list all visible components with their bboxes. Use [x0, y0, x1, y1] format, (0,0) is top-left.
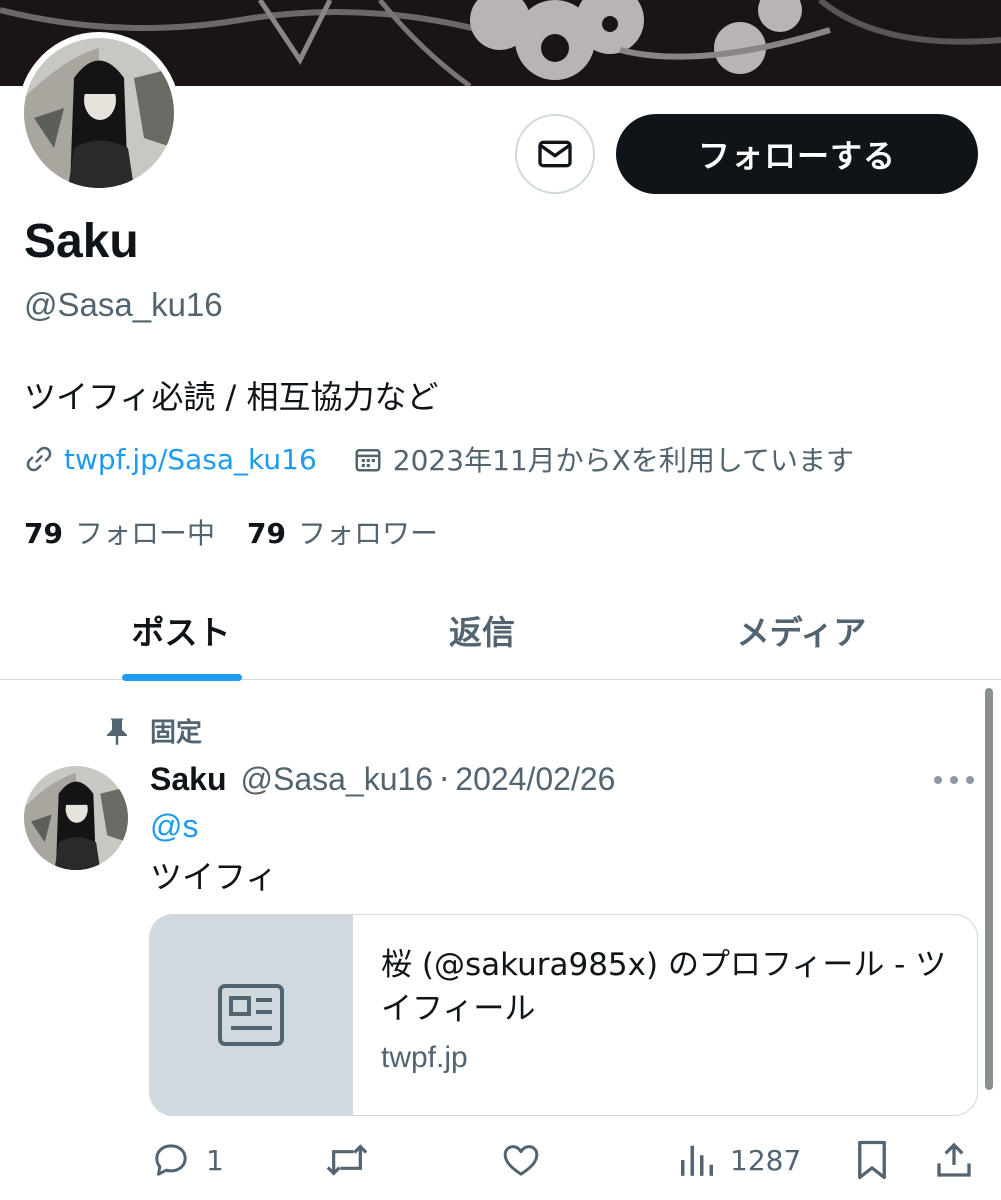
bookmark-button[interactable] [854, 1136, 890, 1184]
avatar-image [24, 766, 128, 870]
repost-button[interactable] [324, 1136, 370, 1184]
views-button[interactable]: 1287 [678, 1136, 801, 1184]
repost-icon [326, 1144, 368, 1176]
link-icon [26, 446, 52, 472]
like-button[interactable] [500, 1136, 542, 1184]
heart-icon [503, 1145, 539, 1176]
post-header: Saku @Sasa_ku16 · 2024/02/26 [150, 760, 615, 798]
followers-count: 79 [246, 517, 286, 550]
pinned-label: 固定 [150, 718, 203, 748]
post-text: ツイフィ [150, 858, 278, 896]
followers-label: フォロワー [297, 517, 438, 550]
calendar-icon [355, 449, 381, 472]
tab-posts[interactable]: ポスト [0, 580, 362, 680]
reply-button[interactable]: 1 [150, 1136, 224, 1184]
following-stat[interactable]: 79 フォロー中 [24, 512, 215, 552]
profile-stats: 79 フォロー中 79 フォロワー [24, 512, 470, 552]
tab-replies[interactable]: 返信 [362, 580, 602, 680]
share-icon [937, 1142, 971, 1177]
pinned-indicator: 固定 [104, 712, 202, 749]
post-date[interactable]: 2024/02/26 [455, 761, 615, 798]
post-actions: 1 1287 [0, 1136, 1001, 1184]
card-title: 桜 (@sakura985x) のプロフィール - ツイフィール [381, 947, 947, 1027]
post-separator: · [439, 760, 450, 798]
profile-tabs: ポスト 返信 メディア [0, 580, 1001, 680]
link-card[interactable]: 桜 (@sakura985x) のプロフィール - ツイフィール twpf.jp [149, 914, 978, 1116]
bookmark-icon [858, 1140, 886, 1180]
post-mention[interactable]: @s [150, 808, 198, 845]
post-author-handle[interactable]: @Sasa_ku16 [240, 761, 433, 798]
reply-count: 1 [206, 1143, 224, 1177]
scrollbar[interactable] [985, 688, 993, 1090]
profile-website-text[interactable]: twpf.jp/Sasa_ku16 [64, 443, 317, 476]
profile-meta: twpf.jp/Sasa_ku16 2023年11月からXを利用しています [24, 438, 854, 480]
post-author-avatar[interactable] [24, 766, 128, 870]
profile-bio: ツイフィ必読 / 相互協力など [24, 378, 439, 416]
article-icon [218, 984, 284, 1046]
profile-join-date: 2023年11月からXを利用しています [353, 439, 854, 479]
pin-icon [107, 718, 127, 745]
tab-media[interactable]: メディア [602, 580, 1001, 680]
active-tab-indicator [122, 674, 242, 681]
profile-handle: @Sasa_ku16 [24, 286, 223, 323]
card-domain: twpf.jp [381, 1041, 468, 1074]
card-thumbnail [150, 915, 353, 1115]
profile-avatar[interactable] [18, 32, 180, 194]
follow-button[interactable]: フォローする [616, 114, 978, 194]
post-author-name[interactable]: Saku [150, 761, 226, 798]
reply-icon [155, 1144, 187, 1176]
following-label: フォロー中 [74, 517, 215, 550]
more-icon[interactable] [934, 768, 974, 792]
share-button[interactable] [934, 1136, 974, 1184]
profile-join-text: 2023年11月からXを利用しています [392, 444, 854, 477]
avatar-image [24, 38, 174, 188]
following-count: 79 [24, 517, 63, 550]
profile-website-link[interactable]: twpf.jp/Sasa_ku16 [24, 443, 317, 476]
followers-stat[interactable]: 79 フォロワー [247, 512, 438, 552]
envelope-icon [538, 140, 572, 168]
views-count: 1287 [730, 1143, 802, 1177]
profile-display-name: Saku [24, 215, 139, 268]
message-button[interactable] [515, 114, 595, 194]
views-icon [681, 1145, 713, 1176]
